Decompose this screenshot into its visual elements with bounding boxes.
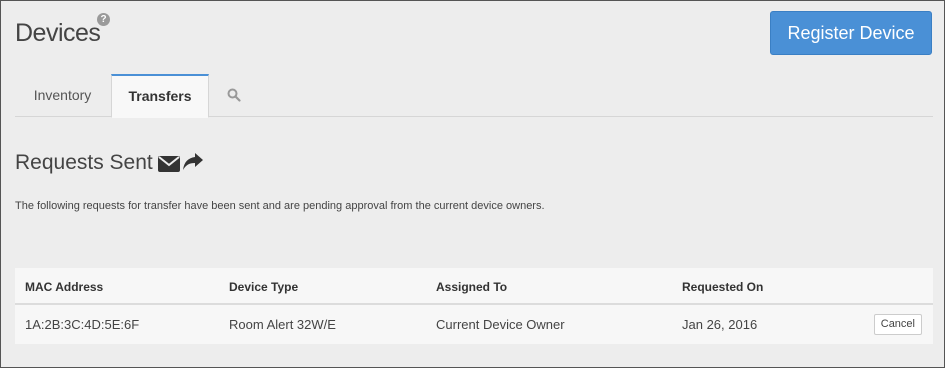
column-header-device-type: Device Type xyxy=(229,280,299,294)
section-description: The following requests for transfer have… xyxy=(15,200,545,212)
cell-assigned-to: Current Device Owner xyxy=(436,317,565,332)
tab-search[interactable] xyxy=(220,74,248,117)
table-header: MAC Address Device Type Assigned To Requ… xyxy=(15,268,933,305)
envelope-icon xyxy=(158,156,180,172)
tab-transfers[interactable]: Transfers xyxy=(111,74,209,118)
column-header-assigned-to: Assigned To xyxy=(436,280,508,294)
register-device-button[interactable]: Register Device xyxy=(770,11,932,55)
tab-inventory[interactable]: Inventory xyxy=(15,74,110,117)
help-icon[interactable]: ? xyxy=(97,13,110,26)
column-header-mac: MAC Address xyxy=(25,280,104,294)
requests-table: MAC Address Device Type Assigned To Requ… xyxy=(15,268,933,344)
column-header-requested-on: Requested On xyxy=(682,280,764,294)
cell-device-type: Room Alert 32W/E xyxy=(229,317,336,332)
tab-bar: Inventory Transfers xyxy=(15,74,933,118)
share-arrow-icon xyxy=(183,153,203,170)
search-icon xyxy=(227,88,241,102)
cell-mac: 1A:2B:3C:4D:5E:6F xyxy=(25,317,140,332)
cancel-button[interactable]: Cancel xyxy=(873,314,922,335)
page-frame: Devices ? Register Device Inventory Tran… xyxy=(0,0,945,368)
table-row: 1A:2B:3C:4D:5E:6F Room Alert 32W/E Curre… xyxy=(15,305,933,344)
section-title: Requests Sent xyxy=(15,151,153,174)
cell-requested-on: Jan 26, 2016 xyxy=(682,317,758,332)
page-title: Devices xyxy=(15,19,101,47)
